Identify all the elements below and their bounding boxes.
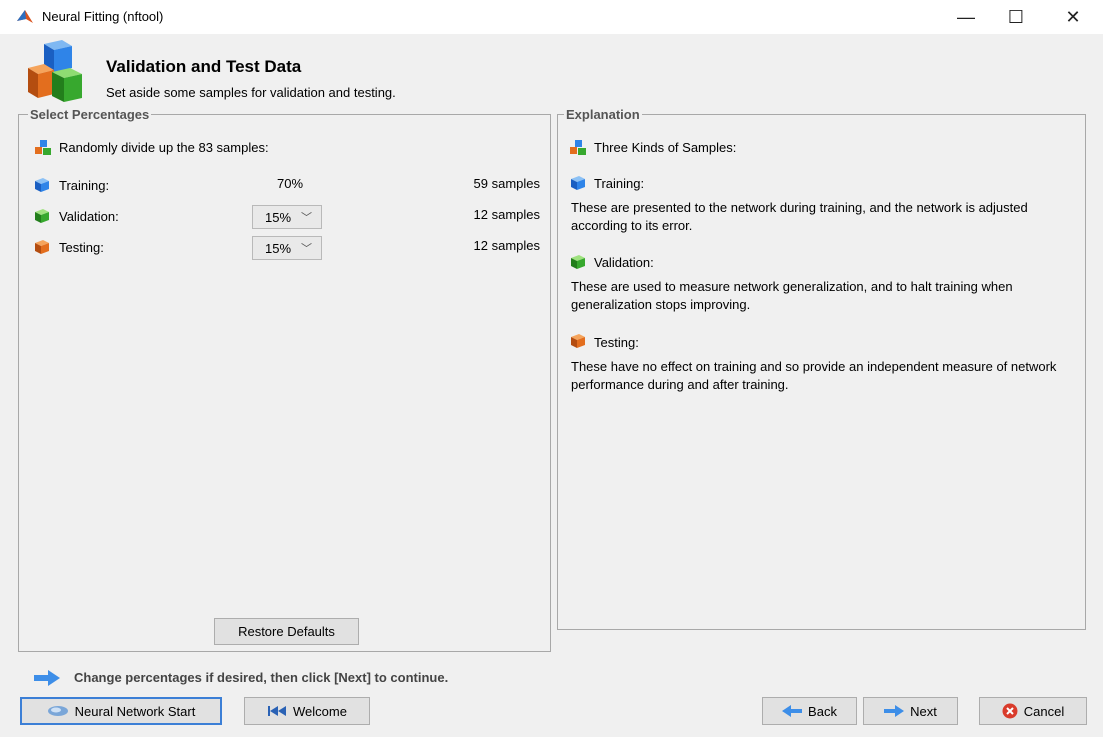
chevron-down-icon: ﹀ [301,212,313,224]
cancel-x-icon [1002,703,1018,719]
page-title: Validation and Test Data [106,57,302,76]
blue-cube-icon [35,178,49,192]
minimize-button[interactable]: — [943,0,989,34]
samples-intro: Randomly divide up the 83 samples: [59,140,269,155]
blue-cube-icon [571,176,585,190]
explain-training-text: These are presented to the network durin… [571,200,1028,233]
testing-percent-value: 15% [265,240,292,256]
validation-samples: 12 samples [473,207,540,222]
validation-percent-value: 15% [265,209,292,225]
cubes-group-icon [570,140,586,155]
close-button[interactable]: ✕ [1050,0,1096,34]
cubes-logo-icon [28,40,82,102]
welcome-button[interactable]: Welcome [244,697,370,725]
cancel-button[interactable]: Cancel [979,697,1087,725]
select-percentages-legend: Select Percentages [28,107,152,122]
window-title: Neural Fitting (nftool) [42,9,164,24]
explain-training-title: Training: [594,176,645,191]
arrow-right-icon [34,670,60,686]
select-percentages-panel [18,114,551,652]
restore-defaults-button[interactable]: Restore Defaults [214,618,359,645]
explain-validation-title: Validation: [594,255,654,270]
matlab-logo-icon [17,10,33,23]
explain-validation-text: These are used to measure network genera… [571,279,1013,312]
green-cube-icon [571,255,585,269]
back-label: Back [808,703,837,719]
back-button[interactable]: Back [762,697,857,725]
green-cube-icon [35,209,49,223]
training-samples: 59 samples [473,176,540,191]
explain-testing-text: These have no effect on training and so … [571,359,1057,392]
validation-percent-select[interactable]: 15% ﹀ [252,205,322,229]
network-icon [47,706,68,716]
maximize-button[interactable]: ☐ [993,0,1039,34]
arrow-right-icon [884,705,905,717]
arrow-left-icon [782,705,803,717]
validation-label: Validation: [59,209,119,224]
neural-network-start-button[interactable]: Neural Network Start [20,697,222,725]
training-label: Training: [59,178,110,193]
explanation-legend: Explanation [564,107,642,122]
neural-network-start-label: Neural Network Start [74,703,196,719]
next-button[interactable]: Next [863,697,958,725]
instruction-hint: Change percentages if desired, then clic… [74,670,449,685]
testing-label: Testing: [59,240,104,255]
cubes-group-icon [35,140,51,155]
orange-cube-icon [35,240,49,254]
orange-cube-icon [571,334,585,348]
page-subtitle: Set aside some samples for validation an… [106,85,396,100]
title-bar [0,0,1103,34]
training-percent: 70% [277,176,304,191]
rewind-icon [268,706,287,716]
testing-percent-select[interactable]: 15% ﹀ [252,236,322,260]
welcome-label: Welcome [293,703,347,719]
cancel-label: Cancel [1023,703,1065,719]
explain-testing-title: Testing: [594,335,639,350]
three-kinds-heading: Three Kinds of Samples: [594,140,737,155]
chevron-down-icon: ﹀ [301,243,313,255]
next-label: Next [910,703,937,719]
testing-samples: 12 samples [473,238,540,253]
